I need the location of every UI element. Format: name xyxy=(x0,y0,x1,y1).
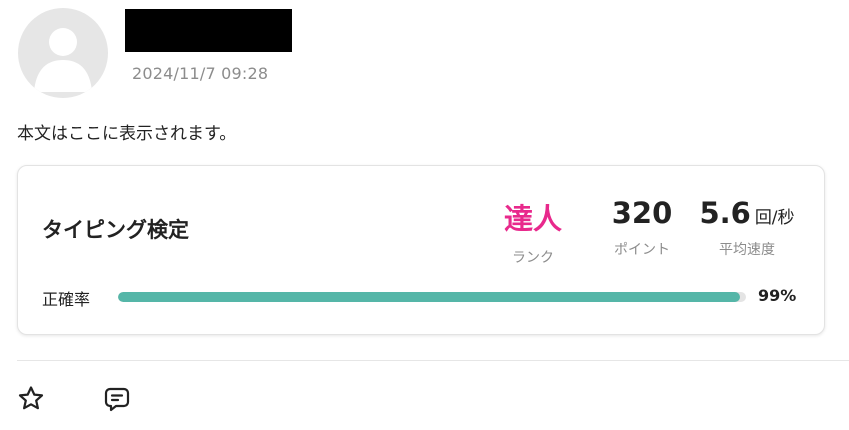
speed-value-row: 5.6 回/秒 xyxy=(688,196,806,230)
accuracy-label: 正確率 xyxy=(42,290,91,309)
rank-label: ランク xyxy=(512,250,554,266)
speed-value: 5.6 xyxy=(699,196,751,230)
accuracy-progress-bar xyxy=(118,292,746,302)
typing-test-result-card[interactable]: タイピング検定 達人 ランク 320 ポイント 5.6 回/秒 平均速度 正確率 … xyxy=(17,165,825,335)
username-redacted[interactable] xyxy=(125,9,292,52)
points-label: ポイント xyxy=(614,242,670,258)
points-value: 320 xyxy=(611,196,673,230)
speed-stat: 5.6 回/秒 平均速度 xyxy=(688,196,806,259)
comment-icon[interactable] xyxy=(102,384,132,414)
speed-label: 平均速度 xyxy=(719,242,775,258)
divider xyxy=(17,360,849,361)
avatar[interactable] xyxy=(18,8,108,98)
points-stat: 320 ポイント xyxy=(591,196,693,259)
card-title: タイピング検定 xyxy=(42,218,189,242)
default-user-icon xyxy=(34,28,92,92)
rank-value: 達人 xyxy=(503,202,562,236)
post-body-text: 本文はここに表示されます。 xyxy=(17,124,237,144)
speed-unit: 回/秒 xyxy=(754,208,795,228)
rank-stat: 達人 ランク xyxy=(486,196,580,267)
post-timestamp: 2024/11/7 09:28 xyxy=(132,64,269,83)
accuracy-value: 99% xyxy=(758,286,797,305)
star-outline-icon[interactable] xyxy=(16,384,46,414)
post-header: 2024/11/7 09:28 xyxy=(18,8,418,104)
accuracy-progress-fill xyxy=(118,292,740,302)
